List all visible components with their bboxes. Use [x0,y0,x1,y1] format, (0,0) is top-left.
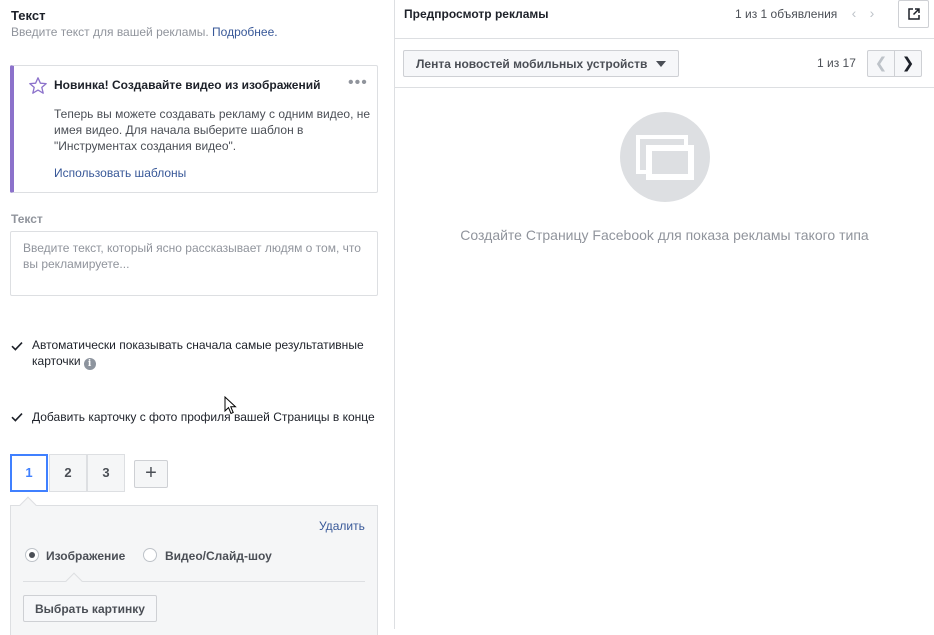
preview-title: Предпросмотр рекламы [404,7,549,21]
empty-preview-message: Создайте Страницу Facebook для показа ре… [460,227,869,243]
text-section-title: Текст [11,8,46,23]
promo-banner: Новинка! Создавайте видео из изображений… [10,65,378,193]
mouse-cursor-icon [224,396,237,415]
auto-show-option: Автоматически показывать сначала самые р… [32,337,377,370]
next-ad-chevron-icon[interactable]: › [865,3,879,23]
placement-dropdown[interactable]: Лента новостей мобильных устройств [403,50,679,77]
promo-body: Теперь вы можете создавать рекламу с одн… [54,107,371,153]
placement-bar-divider [395,87,934,88]
chevron-left-icon: ❮ [874,55,888,72]
text-section-subtitle: Введите текст для вашей рекламы. Подробн… [11,25,278,39]
next-placement-button[interactable]: ❯ [894,50,922,77]
plus-icon: + [145,462,157,484]
video-slideshow-radio[interactable] [143,548,157,562]
prev-placement-button[interactable]: ❮ [867,50,895,77]
caret-down-icon [656,61,666,67]
text-section-hint: Введите текст для вашей рекламы. [11,25,209,39]
learn-more-link[interactable]: Подробнее. [212,25,278,39]
external-link-icon [908,8,920,20]
card-tab-2[interactable]: 2 [49,454,87,492]
ad-preview-panel: Предпросмотр рекламы 1 из 1 объявления ‹… [395,0,934,629]
ad-text-editor-panel: Текст Введите текст для вашей рекламы. П… [0,0,395,635]
delete-card-link[interactable]: Удалить [319,519,365,533]
add-profile-card-label: Добавить карточку с фото профиля вашей С… [32,410,375,424]
more-options-icon[interactable]: ••• [348,74,368,92]
add-profile-card-checkbox[interactable] [10,410,24,424]
preview-header-divider [395,38,934,39]
placement-page-count: 1 из 17 [817,56,856,70]
image-radio-label: Изображение [46,549,126,563]
auto-show-label: Автоматически показывать сначала самые р… [32,338,364,368]
auto-show-checkbox[interactable] [10,339,24,353]
ads-count: 1 из 1 объявления [735,7,838,21]
choose-image-button[interactable]: Выбрать картинку [23,595,157,622]
image-radio[interactable] [25,548,39,562]
open-external-button[interactable] [898,0,929,28]
promo-title: Новинка! Создавайте видео из изображений [54,78,321,92]
media-placeholder-icon [620,112,710,202]
card-tab-1[interactable]: 1 [10,454,48,492]
chevron-right-icon: ❯ [901,55,915,72]
ad-text-input[interactable] [10,231,378,296]
placement-label: Лента новостей мобильных устройств [416,56,648,71]
video-slideshow-radio-label: Видео/Слайд-шоу [165,549,272,563]
card-tab-3[interactable]: 3 [87,454,125,492]
text-field-label: Текст [11,212,43,226]
use-templates-link[interactable]: Использовать шаблоны [54,166,186,180]
prev-ad-chevron-icon[interactable]: ‹ [847,3,861,23]
info-icon[interactable]: i [83,358,96,370]
add-card-button[interactable]: + [134,460,168,488]
star-outline-icon [29,77,47,94]
